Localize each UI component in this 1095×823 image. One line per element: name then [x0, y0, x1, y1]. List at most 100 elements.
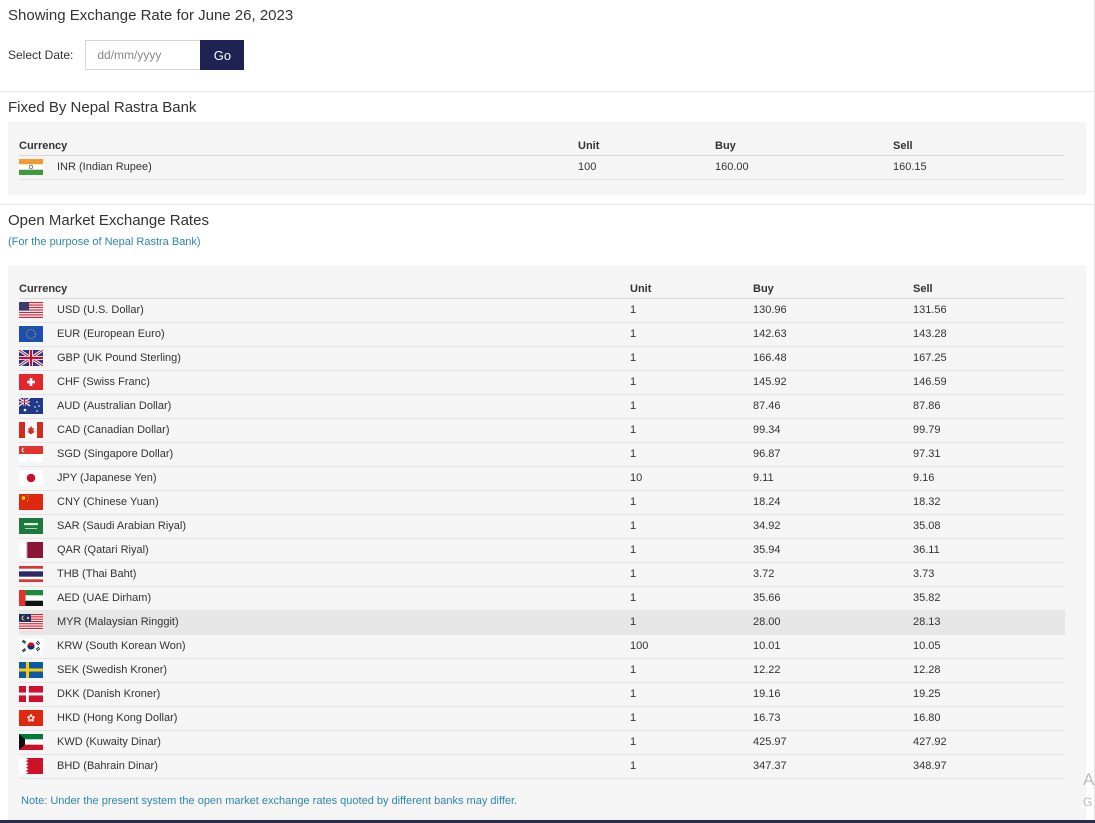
currency-name: CHF (Swiss Franc) — [57, 376, 150, 388]
unit-cell: 1 — [630, 706, 753, 731]
open-market-subtitle: (For the purpose of Nepal Rastra Bank) — [8, 236, 201, 248]
currency-cell: SAR (Saudi Arabian Riyal) — [19, 514, 630, 539]
buy-rate-cell: 35.66 — [753, 586, 913, 611]
currency-cell: CHF (Swiss Franc) — [19, 370, 630, 395]
table-row: THB (Thai Baht) 1 3.72 3.73 — [19, 562, 1065, 587]
buy-rate-cell: 28.00 — [753, 610, 913, 635]
currency-cell: HKD (Hong Kong Dollar) — [19, 706, 630, 731]
col-currency: Currency — [19, 137, 578, 156]
eu-flag-icon — [19, 326, 43, 342]
currency-cell: USD (U.S. Dollar) — [19, 298, 630, 323]
table-row: INR (Indian Rupee) 100 160.00 160.15 — [19, 155, 1065, 180]
unit-cell: 1 — [630, 658, 753, 683]
currency-name: KRW (South Korean Won) — [57, 640, 186, 652]
unit-cell: 1 — [630, 490, 753, 515]
table-row: BHD (Bahrain Dinar) 1 347.37 348.97 — [19, 754, 1065, 779]
select-date-label: Select Date: — [8, 48, 74, 62]
currency-name: USD (U.S. Dollar) — [57, 304, 144, 316]
unit-cell: 1 — [630, 562, 753, 587]
unit-cell: 1 — [630, 682, 753, 707]
currency-cell: KRW (South Korean Won) — [19, 634, 630, 659]
unit-cell: 1 — [630, 442, 753, 467]
unit-cell: 1 — [630, 538, 753, 563]
sell-rate-cell: 9.16 — [913, 466, 1065, 491]
unit-cell: 10 — [630, 466, 753, 491]
malaysia-flag-icon — [19, 614, 43, 630]
buy-rate-cell: 166.48 — [753, 346, 913, 371]
currency-name: KWD (Kuwaity Dinar) — [57, 736, 161, 748]
currency-name: EUR (European Euro) — [57, 328, 165, 340]
unit-cell: 1 — [630, 346, 753, 371]
sell-rate-cell: 87.86 — [913, 394, 1065, 419]
currency-cell: SEK (Swedish Kroner) — [19, 658, 630, 683]
buy-rate-cell: 16.73 — [753, 706, 913, 731]
buy-rate-cell: 425.97 — [753, 730, 913, 755]
china-flag-icon — [19, 494, 43, 510]
table-row: MYR (Malaysian Ringgit) 1 28.00 28.13 — [19, 610, 1065, 635]
currency-cell: INR (Indian Rupee) — [19, 155, 578, 180]
currency-name: SGD (Singapore Dollar) — [57, 448, 174, 460]
bahrain-flag-icon — [19, 758, 43, 774]
unit-cell: 1 — [630, 394, 753, 419]
sell-rate-cell: 160.15 — [893, 155, 1065, 180]
col-unit: Unit — [630, 280, 753, 299]
table-row: CAD (Canadian Dollar) 1 99.34 99.79 — [19, 418, 1065, 443]
currency-name: CNY (Chinese Yuan) — [57, 496, 159, 508]
currency-cell: JPY (Japanese Yen) — [19, 466, 630, 491]
divider — [0, 204, 1095, 205]
currency-name: DKK (Danish Kroner) — [57, 688, 161, 700]
buy-rate-cell: 35.94 — [753, 538, 913, 563]
table-row: USD (U.S. Dollar) 1 130.96 131.56 — [19, 298, 1065, 323]
india-flag-icon — [19, 159, 43, 175]
unit-cell: 1 — [630, 370, 753, 395]
table-row: JPY (Japanese Yen) 10 9.11 9.16 — [19, 466, 1065, 491]
table-row: SEK (Swedish Kroner) 1 12.22 12.28 — [19, 658, 1065, 683]
buy-rate-cell: 87.46 — [753, 394, 913, 419]
sell-rate-cell: 12.28 — [913, 658, 1065, 683]
currency-cell: MYR (Malaysian Ringgit) — [19, 610, 630, 635]
currency-name: THB (Thai Baht) — [57, 568, 137, 580]
singapore-flag-icon — [19, 446, 43, 462]
divider — [0, 91, 1095, 92]
unit-cell: 1 — [630, 418, 753, 443]
table-row: KRW (South Korean Won) 100 10.01 10.05 — [19, 634, 1065, 659]
col-buy: Buy — [753, 280, 913, 299]
unit-cell: 1 — [630, 730, 753, 755]
sell-rate-cell: 427.92 — [913, 730, 1065, 755]
edge-glyph: G — [1083, 795, 1093, 809]
currency-name: AED (UAE Dirham) — [57, 592, 152, 604]
date-input[interactable]: dd/mm/yyyy — [85, 40, 201, 70]
date-picker-row: Select Date: dd/mm/yyyy Go — [8, 40, 245, 70]
japan-flag-icon — [19, 470, 43, 486]
sell-rate-cell: 146.59 — [913, 370, 1065, 395]
currency-cell: GBP (UK Pound Sterling) — [19, 346, 630, 371]
page-title: Showing Exchange Rate for June 26, 2023 — [8, 7, 294, 24]
saudi-flag-icon — [19, 518, 43, 534]
disclaimer-note: Note: Under the present system the open … — [21, 795, 518, 807]
currency-cell: AED (UAE Dirham) — [19, 586, 630, 611]
go-button[interactable]: Go — [200, 40, 245, 70]
sweden-flag-icon — [19, 662, 43, 678]
buy-rate-cell: 19.16 — [753, 682, 913, 707]
currency-name: GBP (UK Pound Sterling) — [57, 352, 181, 364]
col-sell: Sell — [913, 280, 1065, 299]
currency-cell: KWD (Kuwaity Dinar) — [19, 730, 630, 755]
sell-rate-cell: 35.08 — [913, 514, 1065, 539]
denmark-flag-icon — [19, 686, 43, 702]
buy-rate-cell: 34.92 — [753, 514, 913, 539]
sell-rate-cell: 3.73 — [913, 562, 1065, 587]
table-row: SGD (Singapore Dollar) 1 96.87 97.31 — [19, 442, 1065, 467]
col-buy: Buy — [715, 137, 893, 156]
south-korea-flag-icon — [19, 638, 43, 654]
table-row: DKK (Danish Kroner) 1 19.16 19.25 — [19, 682, 1065, 707]
sell-rate-cell: 36.11 — [913, 538, 1065, 563]
buy-rate-cell: 99.34 — [753, 418, 913, 443]
edge-glyph: A — [1083, 770, 1095, 789]
currency-cell: THB (Thai Baht) — [19, 562, 630, 587]
table-row: CNY (Chinese Yuan) 1 18.24 18.32 — [19, 490, 1065, 515]
open-market-table: Currency Unit Buy Sell USD (U.S. Dollar)… — [19, 280, 1065, 779]
currency-cell: DKK (Danish Kroner) — [19, 682, 630, 707]
currency-name: SAR (Saudi Arabian Riyal) — [57, 520, 187, 532]
currency-cell: EUR (European Euro) — [19, 322, 630, 347]
sell-rate-cell: 97.31 — [913, 442, 1065, 467]
